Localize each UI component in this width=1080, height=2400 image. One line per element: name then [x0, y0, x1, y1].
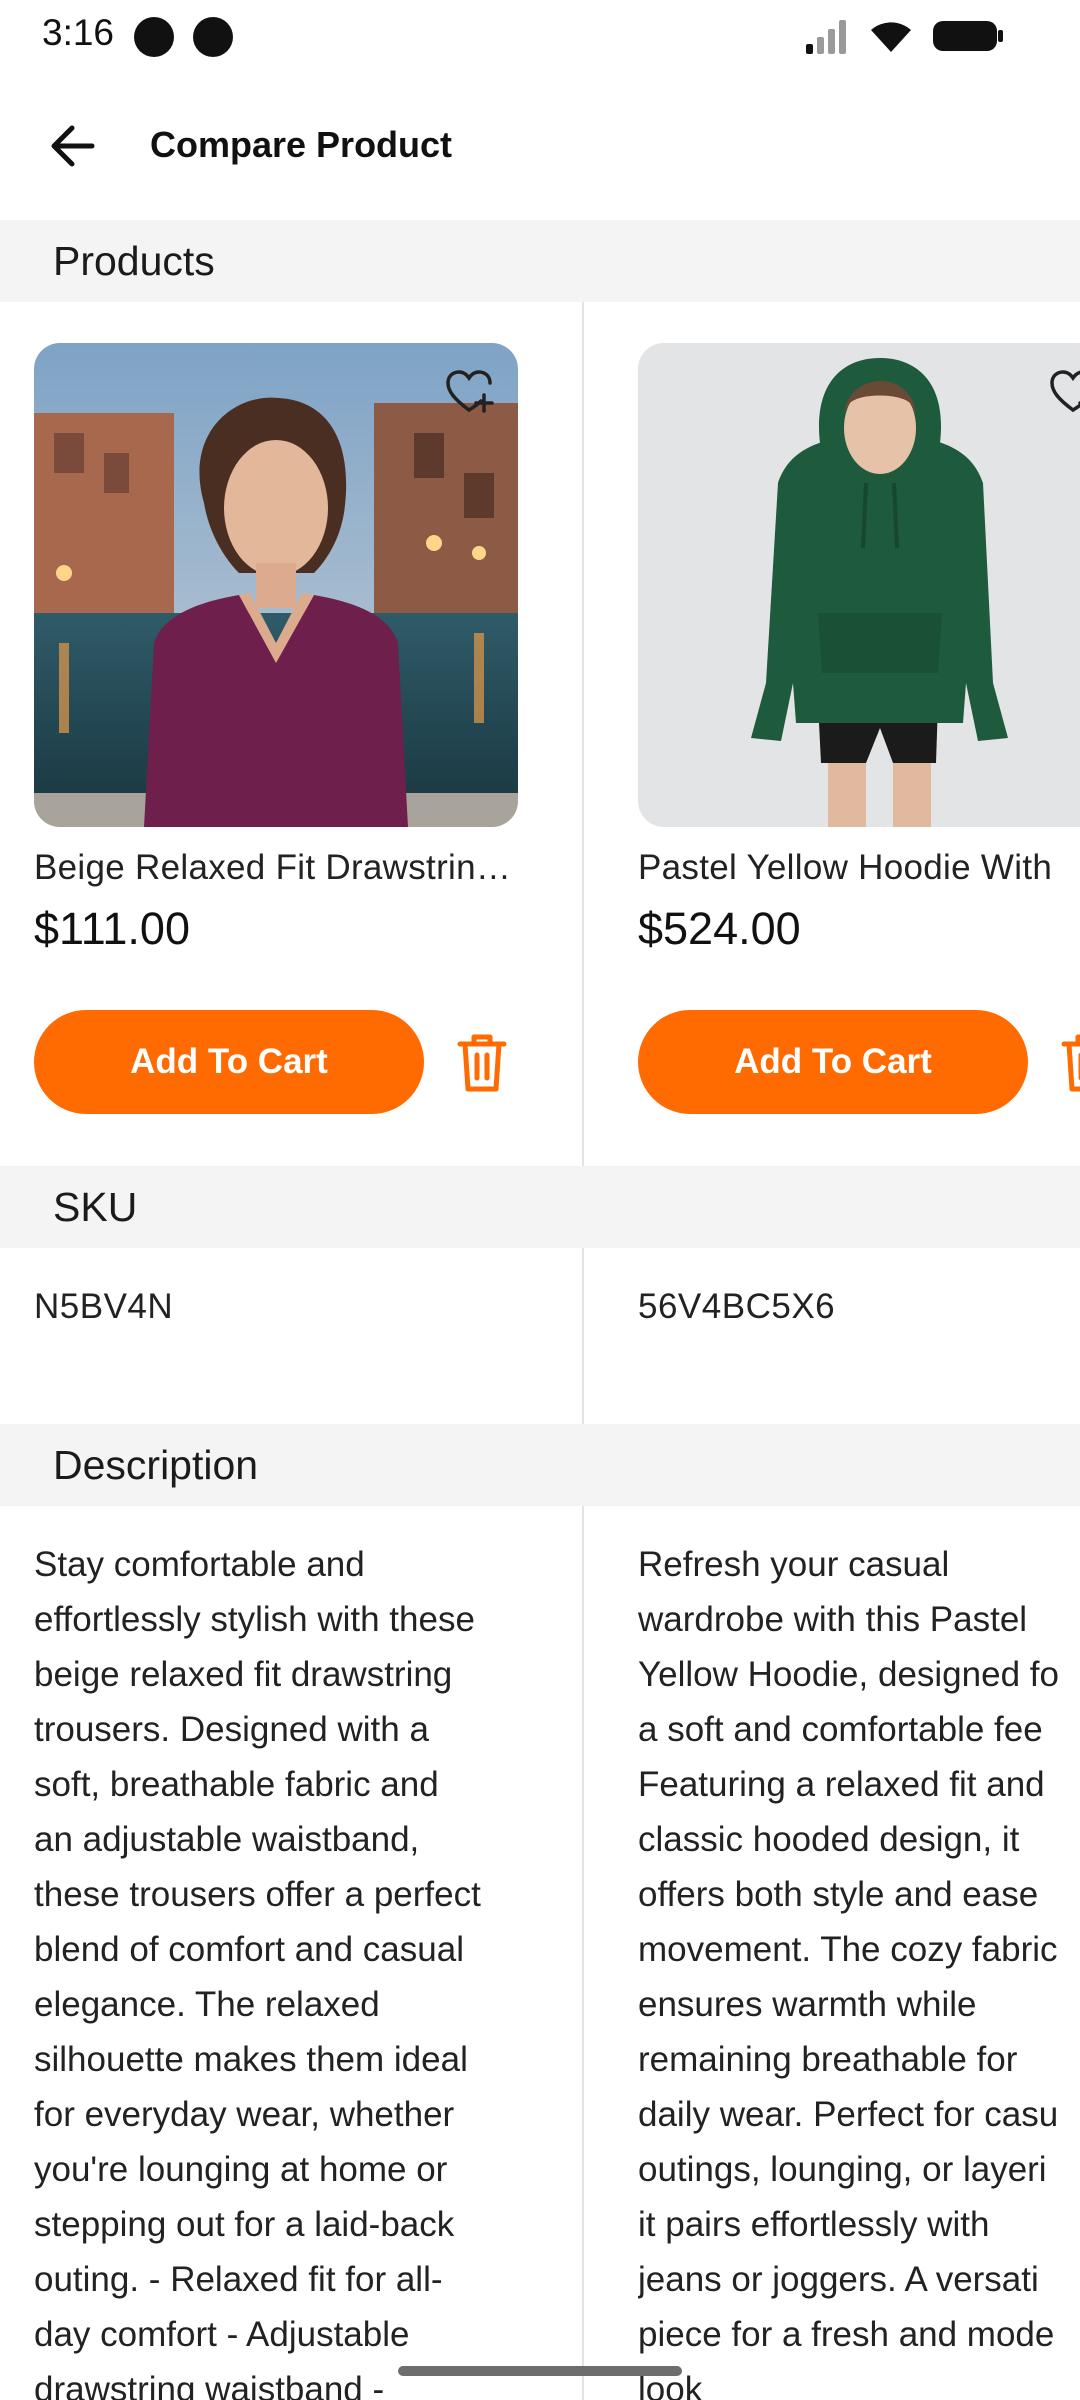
status-time: 3:16 [42, 12, 115, 53]
battery-icon [933, 21, 1003, 51]
section-header-description: Description [0, 1424, 1080, 1506]
description-text: Stay comfortable and effortlessly stylis… [34, 1545, 481, 2400]
section-header-sku: SKU [0, 1166, 1080, 1248]
product-image[interactable] [638, 343, 1080, 827]
product-price: $111.00 [34, 903, 190, 954]
status-bar: 3:16 [0, 0, 1080, 72]
sku-value: N5BV4N [34, 1287, 174, 1326]
add-to-cart-button[interactable]: Add To Cart [638, 1010, 1028, 1114]
product-name[interactable]: Pastel Yellow Hoodie With [638, 848, 1080, 888]
section-title: SKU [53, 1184, 138, 1230]
product-name[interactable]: Beige Relaxed Fit Drawstrin… [34, 848, 534, 888]
section-title: Description [53, 1442, 259, 1488]
trash-icon[interactable] [1056, 1031, 1080, 1095]
column-divider [582, 1248, 584, 1424]
section-title: Products [53, 238, 215, 284]
arrow-left-icon [51, 125, 95, 167]
product-price: $524.00 [638, 903, 801, 954]
top-app-bar: Compare Product [0, 72, 1080, 220]
product-photo-green-hoodie [638, 343, 1080, 827]
signal-icon [806, 20, 846, 54]
section-header-products: Products [0, 220, 1080, 302]
description-text: Refresh your casual wardrobe with this P… [638, 1545, 1059, 2400]
trash-icon[interactable] [452, 1031, 512, 1095]
wifi-icon [871, 22, 911, 52]
add-to-cart-button[interactable]: Add To Cart [34, 1010, 424, 1114]
sku-value: 56V4BC5X6 [638, 1287, 836, 1326]
column-divider [582, 302, 584, 1166]
back-button[interactable] [34, 110, 110, 182]
home-indicator[interactable] [398, 2366, 682, 2376]
notification-dot-icon [193, 17, 233, 57]
column-divider [582, 1506, 584, 2400]
page-title: Compare Product [150, 124, 453, 165]
product-image[interactable] [34, 343, 518, 827]
notification-dot-icon [134, 17, 174, 57]
wishlist-heart-icon[interactable] [444, 367, 494, 417]
wishlist-heart-icon[interactable] [1048, 367, 1080, 417]
